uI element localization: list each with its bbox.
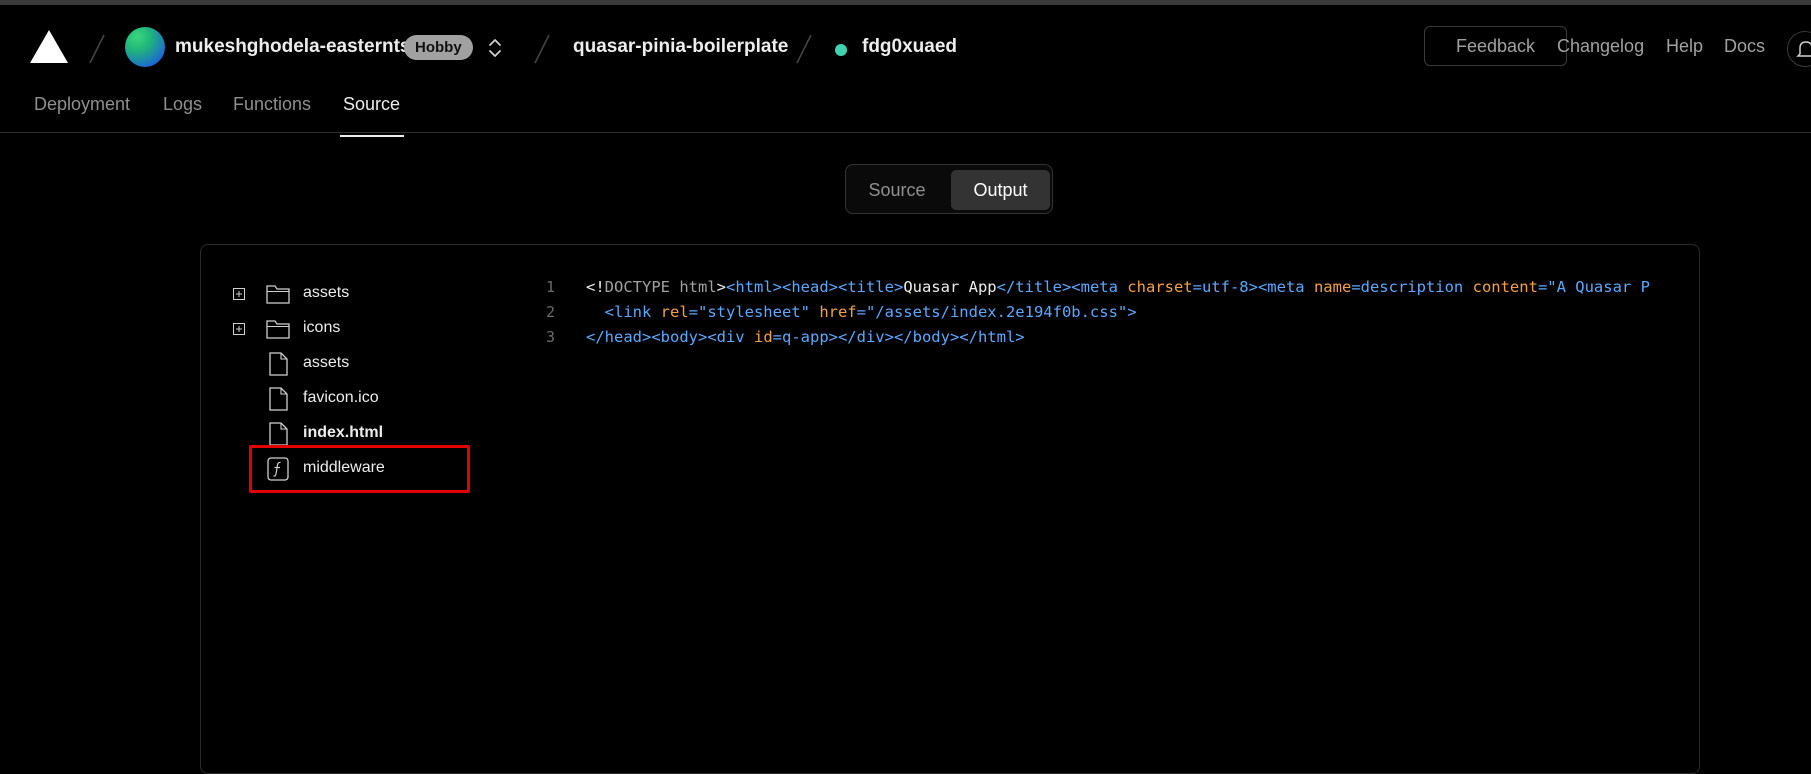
folder-icon: [266, 320, 290, 339]
project-name[interactable]: quasar-pinia-boilerplate: [573, 36, 788, 58]
tab-logs[interactable]: Logs: [163, 94, 202, 115]
tree-item-icons-folder[interactable]: icons: [201, 314, 461, 344]
notifications-bell-icon[interactable]: [1787, 31, 1811, 67]
breadcrumb-separator-icon: [89, 34, 105, 64]
file-icon: [269, 422, 288, 446]
tree-item-assets-file[interactable]: assets: [201, 349, 461, 379]
code-token: charset: [1127, 278, 1193, 296]
code-token: <!: [586, 278, 605, 296]
code-token: <link: [586, 303, 661, 321]
code-token: </head><body><div: [586, 328, 754, 346]
tab-functions[interactable]: Functions: [233, 94, 311, 115]
feedback-button[interactable]: Feedback: [1424, 26, 1567, 66]
changelog-link[interactable]: Changelog: [1557, 36, 1644, 57]
code-line-3: </head><body><div id=q-app></div></body>…: [586, 328, 1025, 346]
line-number: 3: [546, 328, 556, 346]
breadcrumb-separator-icon: [796, 34, 812, 64]
source-panel: assets icons assets favicon.ico index.ht…: [200, 244, 1700, 774]
line-number: 1: [546, 278, 556, 296]
code-token: href: [819, 303, 857, 321]
code-token: >: [716, 278, 726, 296]
team-switcher-chevron-icon[interactable]: [486, 35, 504, 61]
code-token: Quasar App: [903, 278, 997, 296]
active-tab-indicator: [340, 135, 404, 137]
toggle-output-button[interactable]: Output: [951, 170, 1050, 210]
docs-link[interactable]: Docs: [1724, 36, 1765, 57]
breadcrumb-separator-icon: [534, 34, 550, 64]
code-token: ="stylesheet": [688, 303, 820, 321]
tree-item-label: assets: [303, 284, 350, 301]
code-token: =description: [1351, 278, 1473, 296]
toggle-source-button[interactable]: Source: [852, 170, 942, 210]
code-token: id: [753, 328, 773, 346]
code-token: DOCTYPE html: [604, 278, 717, 296]
tree-item-label: index.html: [303, 424, 384, 441]
tree-item-label: favicon.ico: [303, 389, 379, 406]
expand-plus-icon[interactable]: [233, 288, 245, 300]
plan-badge: Hobby: [404, 35, 473, 60]
team-avatar[interactable]: [125, 27, 165, 67]
file-icon: [269, 352, 288, 376]
deployment-status-dot: [835, 44, 847, 56]
code-line-1: <!DOCTYPE html><html><head><title>Quasar…: [586, 278, 1650, 296]
expand-plus-icon[interactable]: [233, 323, 245, 335]
code-token: name: [1313, 278, 1352, 296]
help-link[interactable]: Help: [1666, 36, 1703, 57]
team-name[interactable]: mukeshghodela-easternts: [175, 36, 410, 58]
file-icon: [269, 387, 288, 411]
folder-icon: [266, 285, 290, 304]
deployment-id[interactable]: fdg0xuaed: [862, 36, 957, 58]
tree-item-assets-folder[interactable]: assets: [201, 279, 461, 309]
code-token: rel: [660, 303, 689, 321]
vercel-logo-icon[interactable]: [30, 30, 68, 63]
tab-deployment[interactable]: Deployment: [34, 94, 130, 115]
code-token: =utf-8><meta: [1192, 278, 1314, 296]
line-number: 2: [546, 303, 556, 321]
code-token: content: [1472, 278, 1538, 296]
highlight-box: [249, 445, 470, 493]
code-token: ="A Quasar P: [1537, 278, 1650, 296]
code-token: <html><head><title>: [726, 278, 904, 296]
code-token: ="/assets/index.2e194f0b.css">: [856, 303, 1137, 321]
tree-item-label: assets: [303, 354, 350, 371]
tree-item-favicon[interactable]: favicon.ico: [201, 384, 461, 414]
tree-item-label: icons: [303, 319, 341, 336]
tab-source[interactable]: Source: [343, 94, 400, 115]
top-header: mukeshghodela-easternts Hobby quasar-pin…: [0, 5, 1811, 137]
code-line-2: <link rel="stylesheet" href="/assets/ind…: [586, 303, 1137, 321]
code-token: </title><meta: [996, 278, 1128, 296]
source-output-toggle: Source Output: [845, 164, 1053, 214]
code-token: =q-app></div></body></html>: [772, 328, 1025, 346]
